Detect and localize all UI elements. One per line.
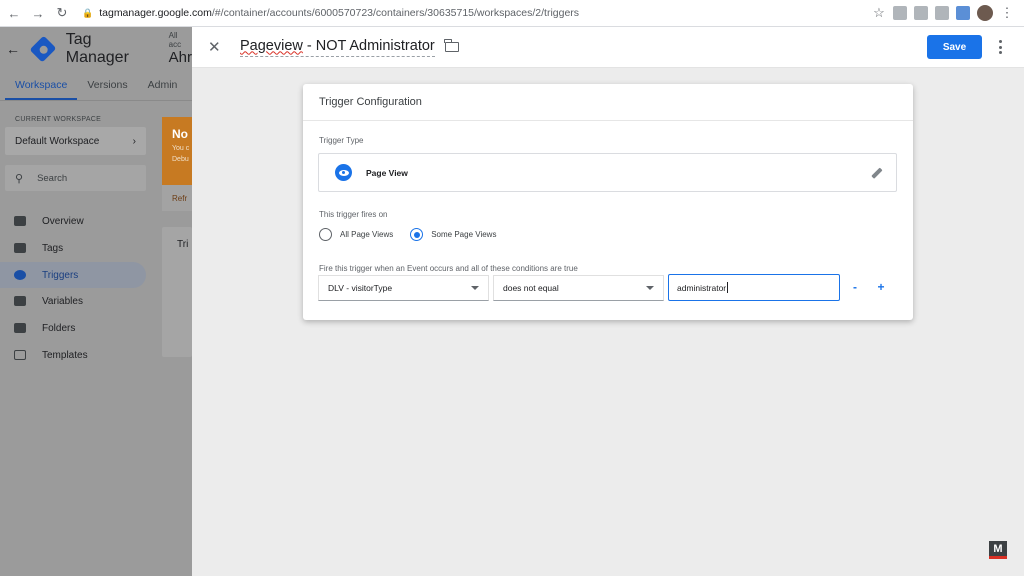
remove-condition-button[interactable]: -: [849, 280, 861, 294]
chevron-right-icon: ›: [132, 135, 136, 147]
fires-on-label: This trigger fires on: [319, 210, 388, 219]
radio-some-page-views[interactable]: Some Page Views: [410, 228, 496, 241]
trigger-name-part: Pageview: [240, 37, 303, 54]
notice-text: Debu: [172, 156, 189, 163]
dropdown-caret-icon: [646, 286, 654, 290]
sidebar: CURRENT WORKSPACE Default Workspace › ⚲ …: [0, 101, 150, 576]
panel-header: ✕ Pageview - NOT Administrator Save: [192, 27, 1024, 68]
app-header: ← Tag Manager All acc Ahr: [0, 27, 192, 71]
sidebar-item-label: Overview: [42, 215, 84, 227]
browser-menu-icon[interactable]: ⋮: [1000, 5, 1014, 20]
sidebar-item-label: Folders: [42, 322, 76, 334]
radio-button[interactable]: [410, 228, 424, 241]
folder-icon[interactable]: [444, 39, 459, 52]
notice-card: No You c Debu: [162, 117, 192, 185]
profile-avatar[interactable]: [977, 5, 993, 21]
notice-title: No: [172, 127, 188, 141]
back-icon[interactable]: ←: [6, 41, 20, 57]
workspace-name: Default Workspace: [15, 135, 100, 147]
search-input[interactable]: ⚲ Search: [5, 165, 146, 191]
trigger-editor-panel: ✕ Pageview - NOT Administrator Save Trig…: [192, 27, 1024, 576]
edit-pencil-icon[interactable]: [870, 166, 884, 180]
tab-versions[interactable]: Versions: [77, 79, 137, 100]
condition-operator-value: does not equal: [503, 283, 559, 293]
add-condition-button[interactable]: +: [875, 280, 887, 294]
trigger-icon: [14, 270, 26, 280]
trigger-type-selector[interactable]: Page View: [318, 153, 897, 192]
folder-icon: [14, 323, 26, 333]
address-bar[interactable]: 🔒 tagmanager.google.com/#/container/acco…: [82, 3, 872, 24]
sidebar-item-label: Templates: [42, 349, 88, 361]
extension-icon[interactable]: [956, 6, 970, 20]
overview-icon: [14, 216, 26, 226]
app-title: Tag Manager: [65, 31, 129, 66]
triggers-card: Tri: [162, 227, 192, 357]
save-button[interactable]: Save: [927, 35, 982, 59]
condition-variable-select[interactable]: DLV - visitorType: [318, 275, 489, 301]
extension-icon[interactable]: [935, 6, 949, 20]
tag-icon: [14, 243, 26, 253]
back-arrow-icon[interactable]: ←: [4, 3, 24, 23]
workspace-selector[interactable]: Default Workspace ›: [5, 127, 146, 155]
sidebar-item-variables[interactable]: Variables: [0, 288, 146, 314]
account-label: All acc: [168, 30, 182, 49]
trigger-configuration-card: Trigger Configuration Trigger Type Page …: [303, 84, 913, 320]
condition-value-text: administrator: [677, 282, 727, 293]
variables-icon: [14, 296, 26, 306]
url-path: /#/container/accounts/6000570723/contain…: [211, 7, 580, 19]
sidebar-item-triggers[interactable]: Triggers: [0, 262, 146, 288]
extension-icon[interactable]: [893, 6, 907, 20]
tag-manager-logo: [29, 35, 57, 63]
app-tabs: Workspace Versions Admin: [0, 71, 192, 101]
template-icon: [14, 350, 26, 360]
extension-icon[interactable]: [914, 6, 928, 20]
dropdown-caret-icon: [471, 286, 479, 290]
account-name: Ahr: [168, 48, 192, 66]
page-view-eye-icon: [335, 164, 352, 181]
tab-admin[interactable]: Admin: [138, 79, 188, 100]
search-icon: ⚲: [15, 172, 24, 185]
radio-label: Some Page Views: [431, 230, 497, 239]
card-title: Trigger Configuration: [303, 84, 913, 121]
trigger-name-part: - NOT Administrator: [302, 37, 435, 54]
radio-label: All Page Views: [340, 230, 394, 239]
fires-on-options: All Page Views Some Page Views: [319, 228, 513, 241]
search-placeholder: Search: [37, 172, 68, 184]
tab-workspace[interactable]: Workspace: [5, 79, 78, 100]
notice-text: You c: [172, 145, 190, 152]
trigger-type-label: Trigger Type: [319, 136, 364, 145]
lock-icon: 🔒: [82, 7, 94, 18]
more-options-icon[interactable]: [995, 38, 1005, 56]
triggers-card-title: Tri: [177, 239, 189, 250]
browser-toolbar: ← → ↻ 🔒 tagmanager.google.com/#/containe…: [0, 0, 1024, 27]
sidebar-item-folders[interactable]: Folders: [0, 315, 146, 341]
close-icon[interactable]: ✕: [208, 38, 224, 56]
radio-all-page-views[interactable]: All Page Views: [319, 228, 393, 241]
text-cursor: [727, 282, 729, 293]
trigger-name-field[interactable]: Pageview - NOT Administrator: [240, 38, 435, 57]
forward-arrow-icon[interactable]: →: [28, 3, 48, 23]
sidebar-item-label: Triggers: [42, 269, 79, 281]
condition-variable-value: DLV - visitorType: [328, 283, 393, 293]
conditions-label: Fire this trigger when an Event occurs a…: [319, 264, 578, 273]
bookmark-star-icon[interactable]: ☆: [872, 5, 886, 20]
workspace-content: No You c Debu Refr Tri: [150, 101, 192, 576]
trigger-type-name: Page View: [366, 167, 408, 178]
reload-icon[interactable]: ↻: [52, 3, 72, 23]
condition-value-input[interactable]: administrator: [668, 274, 840, 301]
sidebar-item-overview[interactable]: Overview: [0, 208, 146, 234]
sidebar-item-templates[interactable]: Templates: [0, 342, 146, 368]
current-workspace-label: CURRENT WORKSPACE: [15, 116, 102, 123]
radio-button[interactable]: [319, 228, 332, 241]
sidebar-item-label: Tags: [42, 242, 64, 254]
channel-watermark-logo: M: [989, 541, 1007, 559]
sidebar-item-label: Variables: [42, 295, 83, 307]
url-host: tagmanager.google.com: [99, 7, 212, 19]
refresh-link[interactable]: Refr: [162, 185, 192, 211]
condition-operator-select[interactable]: does not equal: [493, 275, 664, 301]
account-selector[interactable]: All acc Ahr: [168, 30, 192, 66]
sidebar-item-tags[interactable]: Tags: [0, 235, 146, 261]
